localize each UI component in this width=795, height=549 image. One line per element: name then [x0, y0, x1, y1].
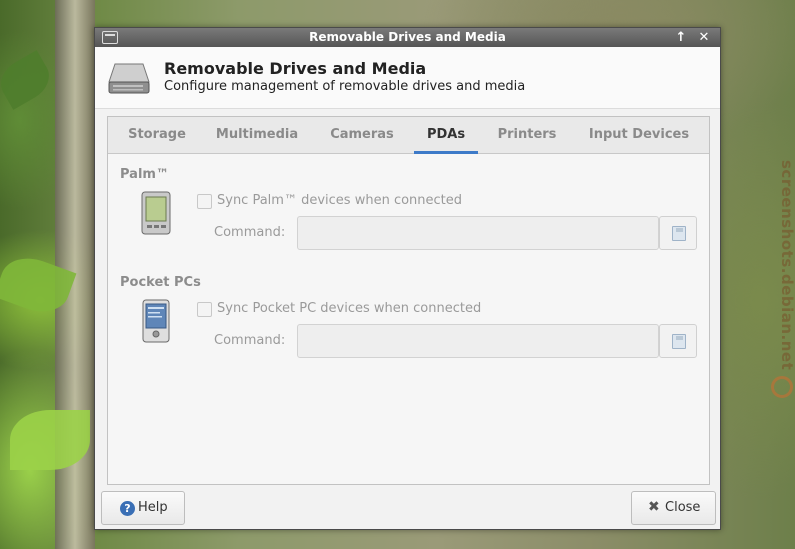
palm-sync-label: Sync Palm™ devices when connected [217, 193, 463, 208]
tab-input-devices[interactable]: Input Devices [582, 117, 696, 154]
titlebar[interactable]: Removable Drives and Media ↑ ✕ [95, 28, 720, 47]
close-button[interactable]: ✖ Close [631, 491, 716, 525]
help-button[interactable]: ? Help [101, 491, 185, 525]
palm-browse-button[interactable] [659, 216, 697, 250]
watermark-text: screenshots.debian.net [778, 160, 795, 371]
close-icon: ✖ [648, 499, 660, 515]
tab-cameras[interactable]: Cameras [322, 117, 402, 154]
arrow-up-icon[interactable]: ↑ [671, 29, 691, 46]
palm-sync-checkbox[interactable] [197, 194, 212, 209]
pocket-pc-icon [142, 299, 170, 343]
document-open-icon [672, 334, 686, 349]
palm-device-icon [141, 191, 171, 235]
dialog-title: Removable Drives and Media [164, 59, 427, 78]
tab-pdas[interactable]: PDAs [414, 117, 478, 154]
close-x-icon[interactable]: ✕ [694, 29, 714, 46]
background-leaf [0, 50, 57, 110]
tab-storage[interactable]: Storage [120, 117, 194, 154]
settings-notebook: Storage Multimedia Cameras PDAs Printers… [107, 116, 710, 485]
palm-command-label: Command: [214, 225, 286, 240]
close-button-label: Close [665, 500, 701, 515]
document-open-icon [672, 226, 686, 241]
dialog-window: Removable Drives and Media ↑ ✕ Removable… [94, 27, 721, 530]
pocketpc-sync-checkbox[interactable] [197, 302, 212, 317]
help-button-label: Help [138, 500, 168, 515]
tab-printers[interactable]: Printers [490, 117, 564, 154]
watermark-logo [771, 376, 793, 398]
palm-command-input[interactable] [297, 216, 659, 250]
palm-heading: Palm™ [120, 167, 169, 182]
window-title: Removable Drives and Media [309, 30, 506, 44]
tab-bar: Storage Multimedia Cameras PDAs Printers… [108, 117, 709, 154]
help-icon: ? [120, 501, 135, 516]
pocketpc-command-label: Command: [214, 333, 286, 348]
pocketpc-sync-label: Sync Pocket PC devices when connected [217, 301, 482, 316]
background-leaf [10, 410, 90, 470]
tab-multimedia[interactable]: Multimedia [210, 117, 304, 154]
pocketpc-browse-button[interactable] [659, 324, 697, 358]
removable-drive-icon [108, 63, 150, 94]
pocketpc-command-input[interactable] [297, 324, 659, 358]
pocketpc-heading: Pocket PCs [120, 275, 201, 290]
dialog-header: Removable Drives and Media Configure man… [95, 47, 720, 109]
dialog-subtitle: Configure management of removable drives… [164, 79, 526, 94]
